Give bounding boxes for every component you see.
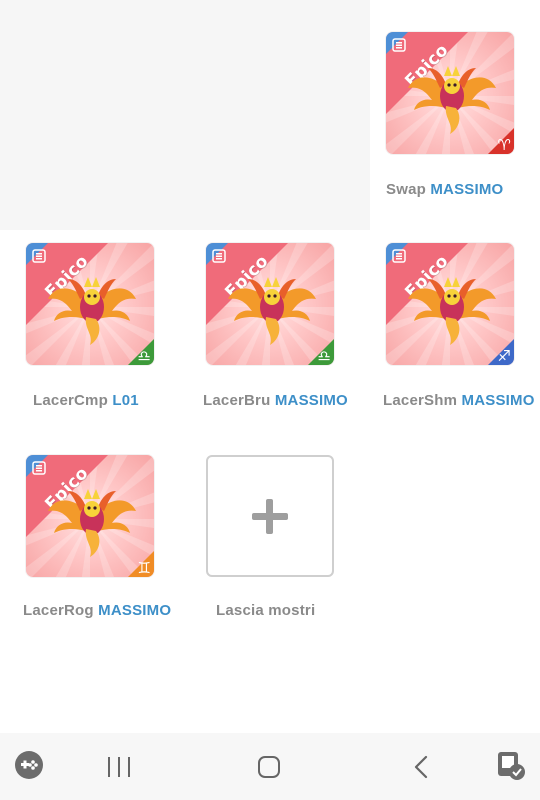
book-icon: [32, 249, 46, 263]
monster-name: Swap: [386, 181, 426, 198]
owner-name: MASSIMO: [461, 392, 535, 409]
air-element-icon: ♊: [137, 559, 151, 577]
monster-image: [48, 277, 136, 345]
book-icon: [212, 249, 226, 263]
fire-element-icon: ♈: [497, 136, 511, 154]
gamepad-icon[interactable]: [14, 750, 44, 780]
monster-image: [228, 277, 316, 345]
system-navbar: [0, 733, 540, 800]
book-icon: [392, 249, 406, 263]
assistant-icon[interactable]: [495, 750, 527, 782]
monster-label-lacerrog: LacerRog MASSIMO: [23, 602, 171, 619]
water-element-icon: ♐: [497, 347, 511, 365]
element-badge-water: ♐: [488, 339, 514, 365]
monster-label-lacershm: LacerShm MASSIMO: [383, 392, 535, 409]
monster-label-lacercmp: LacerCmp L01: [33, 392, 139, 409]
monster-label-swap: Swap MASSIMO: [386, 181, 503, 198]
monster-image: [408, 277, 496, 345]
owner-name: MASSIMO: [98, 602, 172, 619]
monster-card-lacerrog[interactable]: Epico ♊: [26, 455, 154, 577]
owner-name: MASSIMO: [430, 181, 504, 198]
owner-name: L01: [112, 392, 139, 409]
leave-monsters-button[interactable]: [206, 455, 334, 577]
back-icon[interactable]: [412, 755, 430, 779]
monster-card-swap[interactable]: Epico ♈: [386, 32, 514, 154]
monster-name: LacerRog: [23, 602, 94, 619]
element-badge-earth: ♎: [128, 339, 154, 365]
element-badge-earth: ♎: [308, 339, 334, 365]
element-badge-air: ♊: [128, 551, 154, 577]
monster-name: LacerBru: [203, 392, 271, 409]
monster-card-lacerbru[interactable]: Epico ♎: [206, 243, 334, 365]
monster-label-lacerbru: LacerBru MASSIMO: [203, 392, 348, 409]
home-icon[interactable]: [257, 755, 281, 779]
recent-apps-icon[interactable]: [106, 755, 132, 779]
monster-name: LacerCmp: [33, 392, 108, 409]
leave-monsters-label: Lascia mostri: [216, 602, 316, 619]
earth-element-icon: ♎: [317, 347, 331, 365]
element-badge-fire: ♈: [488, 128, 514, 154]
monster-image: [48, 489, 136, 557]
top-panel: [0, 0, 370, 230]
owner-name: MASSIMO: [274, 392, 348, 409]
monster-image: [408, 66, 496, 134]
monster-name: LacerShm: [383, 392, 458, 409]
monster-card-lacershm[interactable]: Epico ♐: [386, 243, 514, 365]
monster-card-lacercmp[interactable]: Epico ♎: [26, 243, 154, 365]
earth-element-icon: ♎: [137, 347, 151, 365]
book-icon: [392, 38, 406, 52]
book-icon: [32, 461, 46, 475]
